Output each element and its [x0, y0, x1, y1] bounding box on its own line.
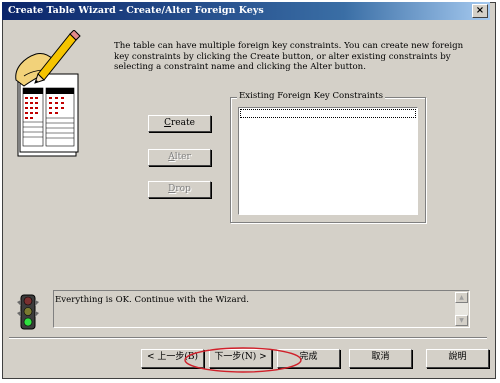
status-message: Everything is OK. Continue with the Wiza…: [55, 295, 249, 305]
wizard-clipboard-icon: [10, 30, 88, 158]
list-focus-row[interactable]: [240, 109, 416, 118]
create-label: reate: [170, 118, 195, 128]
close-button[interactable]: ×: [472, 4, 488, 18]
help-button[interactable]: 說明: [426, 349, 489, 368]
create-button[interactable]: Create: [148, 115, 211, 132]
button-separator: [9, 337, 487, 339]
scroll-up-icon[interactable]: ▲: [455, 292, 468, 303]
traffic-light-icon: [17, 294, 39, 330]
title-bar[interactable]: Create Table Wizard - Create/Alter Forei…: [2, 2, 490, 20]
drop-label: rop: [175, 184, 191, 194]
wizard-description: The table can have multiple foreign key …: [114, 41, 464, 72]
window-title: Create Table Wizard - Create/Alter Forei…: [8, 5, 264, 16]
next-highlight-ellipse: [184, 347, 302, 373]
constraints-group-label: Existing Foreign Key Constraints: [237, 91, 386, 101]
alter-button[interactable]: Alter: [148, 149, 211, 166]
cancel-button[interactable]: 取消: [349, 349, 412, 368]
constraints-listbox[interactable]: [238, 107, 418, 215]
alter-label: lter: [174, 152, 191, 162]
scroll-down-icon[interactable]: ▼: [455, 315, 468, 326]
create-hotkey: C: [164, 118, 171, 128]
status-scrollbar[interactable]: ▲ ▼: [455, 292, 468, 326]
drop-button[interactable]: Drop: [148, 181, 211, 198]
